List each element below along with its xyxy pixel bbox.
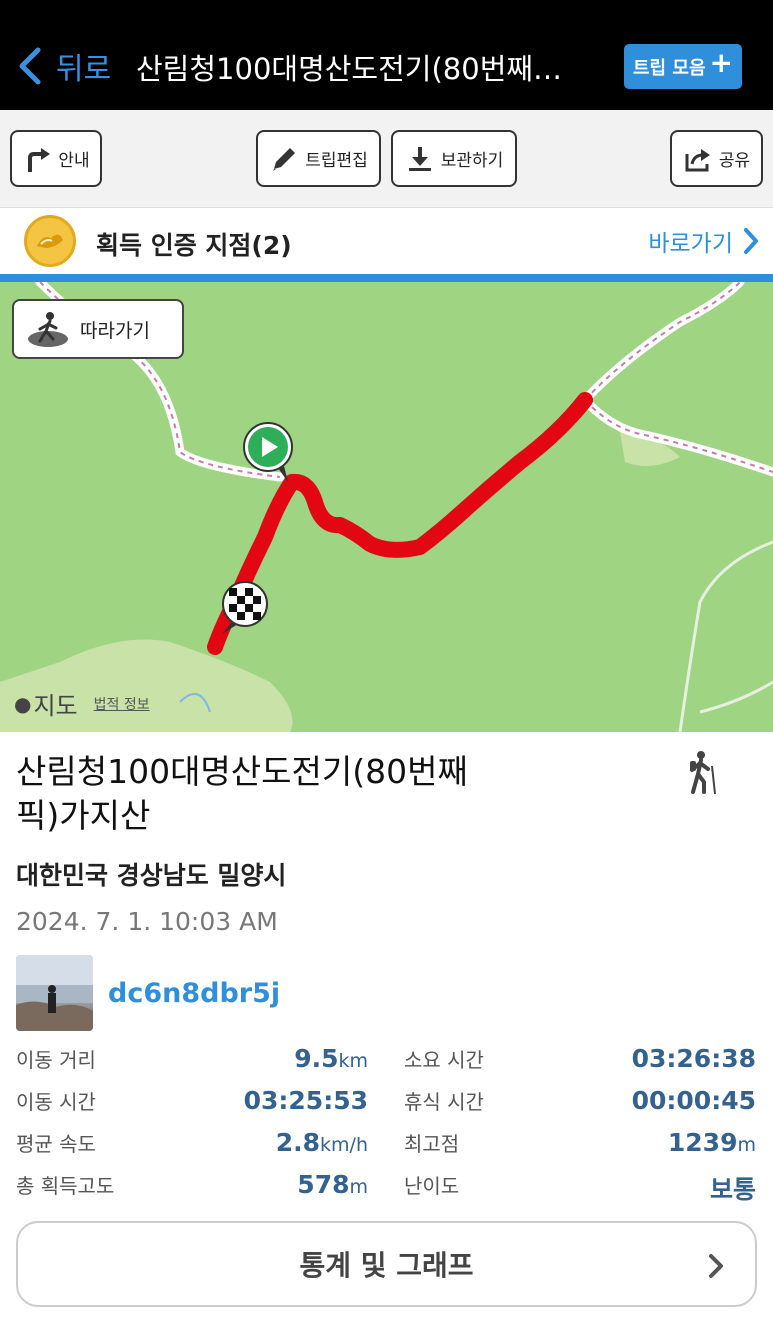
stats-graph-label: 통계 및 그래프: [299, 1249, 474, 1282]
stat-moving-time: 이동 시간 03:25:53: [16, 1086, 368, 1120]
stat-label: 휴식 시간: [404, 1090, 484, 1114]
stat-avg-speed: 평균 속도 2.8km/h: [16, 1128, 368, 1162]
plus-icon: +: [709, 45, 733, 79]
trip-datetime: 2024. 7. 1. 10:03 AM: [16, 907, 278, 936]
stat-distance: 이동 거리 9.5km: [16, 1044, 368, 1078]
pencil-icon: [273, 147, 296, 171]
stat-value: 578m: [297, 1170, 368, 1199]
stat-value: 1239m: [667, 1128, 756, 1157]
stat-label: 최고점: [404, 1132, 460, 1156]
edit-trip-button[interactable]: 트립편집: [256, 130, 381, 187]
username[interactable]: dc6n8dbr5j: [108, 978, 280, 1009]
stat-label: 총 획득고도: [16, 1174, 115, 1198]
download-icon: [408, 146, 431, 171]
stat-value: 2.8km/h: [275, 1128, 368, 1157]
trip-collection-label: 트립 모음: [633, 57, 706, 79]
chevron-left-icon: [19, 47, 41, 85]
stat-label: 난이도: [404, 1174, 460, 1198]
follow-label: 따라가기: [80, 319, 150, 342]
apple-logo-icon: ●: [14, 691, 32, 716]
stat-rest-time: 휴식 시간 00:00:45: [404, 1086, 756, 1120]
stats-graph-button[interactable]: 통계 및 그래프: [16, 1221, 757, 1307]
turn-arrow-icon: [28, 147, 51, 172]
avatar[interactable]: [16, 955, 93, 1031]
nav-bar: 뒤로 산림청100대명산도전기(80번째… 트립 모음 +: [0, 0, 773, 110]
chevron-right-icon: [709, 1254, 723, 1278]
stat-label: 평균 속도: [16, 1132, 96, 1156]
goto-link[interactable]: 바로가기: [648, 224, 761, 258]
divider-bar: [0, 274, 773, 282]
certification-points-row[interactable]: 획득 인증 지점(2) 바로가기: [0, 208, 773, 274]
save-label: 보관하기: [440, 151, 504, 171]
stat-value: 9.5km: [294, 1044, 368, 1073]
page-title: 산림청100대명산도전기(80번째…: [136, 52, 563, 86]
stat-total-time: 소요 시간 03:26:38: [404, 1044, 756, 1078]
trip-location: 대한민국 경상남도 밀양시: [16, 861, 287, 890]
goto-label: 바로가기: [648, 231, 733, 257]
guide-label: 안내: [58, 151, 90, 171]
toolbar: 안내 트립편집 보관하기 공유: [0, 110, 773, 208]
chevron-right-icon: [744, 228, 758, 254]
edit-trip-label: 트립편집: [305, 151, 368, 171]
back-button[interactable]: 뒤로: [14, 40, 111, 92]
maps-brand: ● 지도: [14, 691, 78, 721]
route-map[interactable]: 따라가기 ● 지도 법적 정보: [0, 282, 773, 732]
certification-points-text: 획득 인증 지점(2): [96, 231, 292, 260]
stat-difficulty: 난이도 보통: [404, 1170, 756, 1204]
stat-value: 00:00:45: [631, 1086, 756, 1115]
map-attribution: ● 지도 법적 정보: [14, 686, 150, 721]
stat-label: 소요 시간: [404, 1048, 484, 1072]
legal-info-link[interactable]: 법적 정보: [94, 694, 150, 714]
share-label: 공유: [718, 151, 751, 171]
badge-medal-icon: [24, 215, 76, 267]
follow-button[interactable]: 따라가기: [12, 299, 184, 359]
follow-hiker-icon: [28, 312, 68, 347]
stat-value: 03:25:53: [243, 1086, 368, 1115]
stat-value: 03:26:38: [631, 1044, 756, 1073]
stat-elevation-gain: 총 획득고도 578m: [16, 1170, 368, 1204]
back-label: 뒤로: [56, 52, 112, 87]
stat-highest-point: 최고점 1239m: [404, 1128, 756, 1162]
save-button[interactable]: 보관하기: [391, 130, 517, 187]
share-button[interactable]: 공유: [670, 130, 763, 187]
trip-name: 산림청100대명산도전기(80번째픽)가지산: [16, 752, 468, 835]
finish-flag-icon: [222, 581, 268, 634]
stat-value: 보통: [709, 1175, 756, 1204]
share-icon: [685, 148, 710, 171]
trip-collection-button[interactable]: 트립 모음 +: [624, 44, 742, 89]
stat-label: 이동 시간: [16, 1090, 96, 1114]
stat-label: 이동 거리: [16, 1048, 96, 1072]
hiking-icon: [690, 751, 716, 795]
guide-button[interactable]: 안내: [10, 130, 102, 187]
